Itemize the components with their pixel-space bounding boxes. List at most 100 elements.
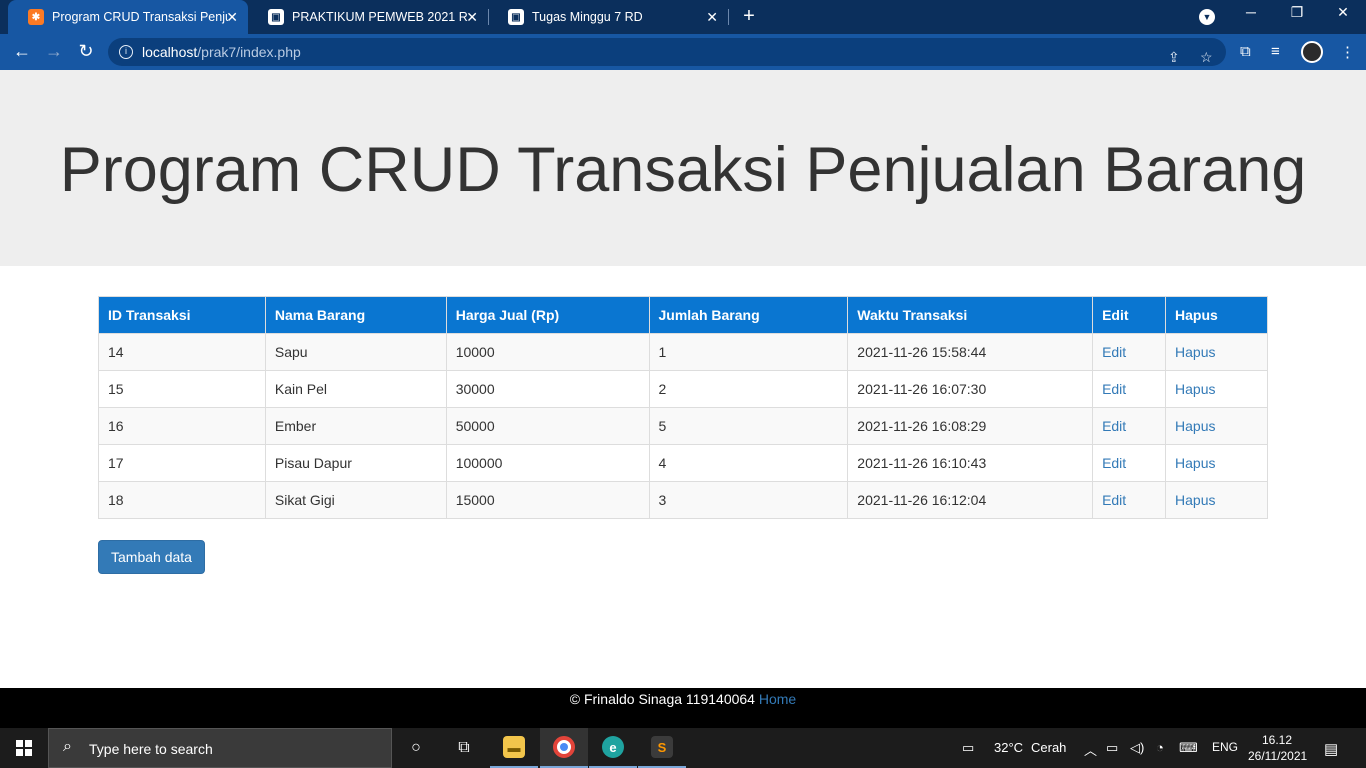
page-title: Program CRUD Transaksi Penjualan Barang [59, 135, 1307, 205]
media-queue-icon[interactable]: ≡ [1271, 43, 1280, 60]
edit-link[interactable]: Edit [1102, 381, 1126, 397]
cell-id: 16 [98, 407, 266, 445]
tab-tugas-minggu[interactable]: ▣ Tugas Minggu 7 RD ✕ [488, 0, 728, 34]
chrome-icon[interactable] [540, 728, 588, 768]
cell-nama: Kain Pel [264, 370, 447, 408]
classroom-icon: ▣ [268, 9, 284, 25]
minimize-icon[interactable]: ─ [1236, 4, 1266, 20]
column-header-waktu: Waktu Transaksi [847, 296, 1094, 334]
keyboard-icon[interactable]: ⌨ [1179, 740, 1198, 756]
browser-tab-bar: ✱ Program CRUD Transaksi Penjualan ✕ ▣ P… [0, 0, 1366, 34]
menu-kebab-icon[interactable]: ⋮ [1340, 43, 1355, 61]
file-explorer-icon[interactable]: ▬ [490, 728, 538, 768]
edit-link[interactable]: Edit [1102, 344, 1126, 360]
cell-hapus: Hapus [1165, 333, 1268, 371]
hapus-link[interactable]: Hapus [1175, 492, 1215, 508]
cell-id: 18 [98, 481, 266, 519]
forward-arrow-icon[interactable]: → [42, 41, 66, 62]
cell-hapus: Hapus [1165, 444, 1268, 482]
cell-id: 15 [98, 370, 266, 408]
task-view-icon[interactable]: ⧉ [440, 728, 488, 768]
column-header-hapus: Hapus [1165, 296, 1268, 334]
reload-icon[interactable]: ↻ [74, 41, 98, 62]
cell-harga: 100000 [445, 444, 650, 482]
column-header-jumlah: Jumlah Barang [648, 296, 849, 334]
edge-icon[interactable]: e [589, 728, 637, 768]
add-data-button[interactable]: Tambah data [98, 540, 205, 574]
weather-icon[interactable]: ▭ [962, 740, 974, 756]
profile-avatar[interactable] [1301, 41, 1323, 63]
taskbar-search-box[interactable]: ⌕ Type here to search [48, 728, 392, 768]
search-icon: ⌕ [63, 738, 72, 755]
show-hidden-icons-chevron-icon[interactable]: ︿ [1084, 740, 1097, 759]
table-header-row: ID Transaksi Nama Barang Harga Jual (Rp)… [98, 296, 1268, 334]
windows-start-icon[interactable] [16, 740, 32, 756]
restore-icon[interactable]: ❐ [1282, 4, 1312, 21]
close-icon[interactable]: ✕ [706, 9, 718, 26]
footer-home-link[interactable]: Home [759, 691, 796, 707]
column-header-edit: Edit [1092, 296, 1167, 334]
system-clock[interactable]: 16.12 26/11/2021 [1248, 732, 1308, 764]
tab-separator [728, 9, 729, 25]
cell-id: 17 [98, 444, 266, 482]
tab-praktikum-pemweb[interactable]: ▣ PRAKTIKUM PEMWEB 2021 RA, RB ✕ [248, 0, 488, 34]
input-language[interactable]: ENG [1212, 740, 1238, 754]
url-host: localhost [142, 44, 198, 60]
cell-waktu: 2021-11-26 16:08:29 [847, 407, 1094, 445]
cell-edit: Edit [1092, 370, 1167, 408]
tab-title: Tugas Minggu 7 RD [532, 10, 643, 24]
wifi-icon[interactable]: ◔ [1156, 740, 1164, 755]
cell-id: 14 [98, 333, 266, 371]
table-row: 15 Kain Pel 30000 2 2021-11-26 16:07:30 … [98, 370, 1268, 408]
window-close-icon[interactable]: ✕ [1328, 4, 1358, 21]
transactions-table: ID Transaksi Nama Barang Harga Jual (Rp)… [98, 296, 1268, 519]
new-tab-plus-icon[interactable]: + [738, 5, 760, 28]
cell-nama: Ember [264, 407, 447, 445]
table-row: 17 Pisau Dapur 100000 4 2021-11-26 16:10… [98, 444, 1268, 482]
sublime-text-icon[interactable]: S [638, 728, 686, 768]
table-row: 14 Sapu 10000 1 2021-11-26 15:58:44 Edit… [98, 333, 1268, 371]
browser-toolbar: ← → ↻ i localhost/prak7/index.php ⇪ ☆ ⧉ … [0, 34, 1366, 70]
clock-date: 26/11/2021 [1248, 749, 1308, 763]
cell-harga: 50000 [445, 407, 650, 445]
column-header-id: ID Transaksi [98, 296, 266, 334]
bookmark-star-icon[interactable]: ☆ [1200, 43, 1213, 71]
close-icon[interactable]: ✕ [466, 9, 478, 26]
cell-nama: Sapu [264, 333, 447, 371]
windows-taskbar: ⌕ Type here to search ○ ⧉ ▬ e S ▭ 32°C C… [0, 728, 1366, 768]
weather-temperature[interactable]: 32°C [994, 740, 1023, 755]
share-icon[interactable]: ⇪ [1168, 43, 1180, 71]
table-row: 18 Sikat Gigi 15000 3 2021-11-26 16:12:0… [98, 481, 1268, 519]
hapus-link[interactable]: Hapus [1175, 381, 1215, 397]
cell-nama: Pisau Dapur [264, 444, 447, 482]
xampp-icon: ✱ [28, 9, 44, 25]
tab-program-crud[interactable]: ✱ Program CRUD Transaksi Penjualan ✕ [8, 0, 248, 34]
hapus-link[interactable]: Hapus [1175, 455, 1215, 471]
page-content: Program CRUD Transaksi Penjualan Barang … [0, 70, 1366, 688]
extensions-puzzle-icon[interactable]: ⧉ [1240, 43, 1251, 60]
back-arrow-icon[interactable]: ← [10, 41, 34, 62]
address-bar[interactable]: i localhost/prak7/index.php ⇪ ☆ [108, 38, 1226, 66]
cell-edit: Edit [1092, 333, 1167, 371]
cell-harga: 15000 [445, 481, 650, 519]
table-row: 16 Ember 50000 5 2021-11-26 16:08:29 Edi… [98, 407, 1268, 445]
weather-condition[interactable]: Cerah [1031, 740, 1066, 755]
cortana-circle-icon[interactable]: ○ [392, 728, 440, 768]
edit-link[interactable]: Edit [1102, 455, 1126, 471]
cell-hapus: Hapus [1165, 370, 1268, 408]
cell-nama: Sikat Gigi [264, 481, 447, 519]
edit-link[interactable]: Edit [1102, 492, 1126, 508]
footer-copyright: © Frinaldo Sinaga 119140064 [569, 691, 755, 707]
close-icon[interactable]: ✕ [226, 9, 238, 26]
hapus-link[interactable]: Hapus [1175, 418, 1215, 434]
site-info-icon[interactable]: i [119, 45, 133, 59]
edit-link[interactable]: Edit [1102, 418, 1126, 434]
tab-search-chevron-icon[interactable]: ▼ [1199, 9, 1215, 25]
notifications-icon[interactable]: ▤ [1324, 740, 1338, 758]
cell-harga: 30000 [445, 370, 650, 408]
clock-time: 16.12 [1261, 733, 1293, 747]
tab-title: Program CRUD Transaksi Penjualan [52, 10, 228, 24]
volume-icon[interactable]: ◁) [1130, 740, 1144, 756]
hapus-link[interactable]: Hapus [1175, 344, 1215, 360]
battery-icon[interactable]: ▭ [1106, 740, 1118, 756]
